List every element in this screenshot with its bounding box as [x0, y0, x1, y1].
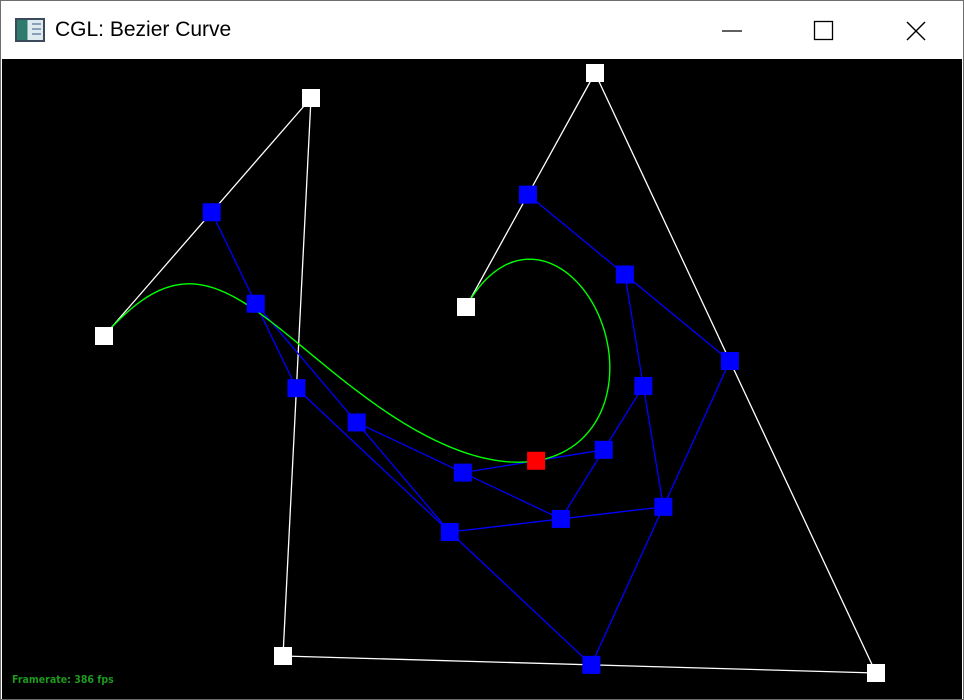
- title-bar[interactable]: CGL: Bezier Curve: [1, 1, 963, 59]
- bezier-canvas[interactable]: [2, 59, 962, 699]
- curve-point-marker: [527, 451, 546, 470]
- de-casteljau-point: [615, 265, 634, 284]
- close-button[interactable]: [870, 1, 962, 59]
- de-casteljau-point: [518, 185, 537, 204]
- bezier-scene: [95, 64, 885, 682]
- control-polygon-segment: [594, 72, 877, 674]
- control-point-handle[interactable]: [457, 298, 475, 316]
- de-casteljau-point: [347, 413, 366, 432]
- minimize-icon: [722, 30, 742, 32]
- control-point-handle[interactable]: [95, 327, 113, 345]
- bezier-curve: [103, 258, 611, 463]
- maximize-icon: [813, 20, 834, 41]
- de-casteljau-point: [453, 463, 472, 482]
- minimize-button[interactable]: [686, 1, 778, 59]
- control-polygon-segment: [282, 655, 877, 674]
- framerate-label: Framerate: 386 fps: [12, 673, 114, 686]
- de-casteljau-point: [654, 497, 673, 516]
- app-window-icon[interactable]: [15, 18, 45, 42]
- control-polygon-segment: [282, 97, 312, 657]
- control-point-handle[interactable]: [586, 64, 604, 82]
- de-casteljau-point: [634, 377, 653, 396]
- de-casteljau-point: [287, 379, 306, 398]
- de-casteljau-point: [551, 509, 570, 528]
- de-casteljau-point: [246, 294, 265, 313]
- de-casteljau-point: [582, 655, 601, 674]
- de-casteljau-point: [720, 352, 739, 370]
- control-point-handle[interactable]: [302, 89, 320, 107]
- maximize-button[interactable]: [778, 1, 870, 59]
- window-title: CGL: Bezier Curve: [55, 18, 232, 41]
- control-point-handle[interactable]: [274, 647, 292, 665]
- close-icon: [906, 21, 926, 41]
- control-point-handle[interactable]: [867, 664, 885, 682]
- de-casteljau-point: [594, 440, 613, 459]
- app-window: CGL: Bezier Curve Framerate: 386 fps: [0, 0, 964, 700]
- de-casteljau-point: [440, 523, 459, 542]
- de-casteljau-point: [202, 203, 221, 222]
